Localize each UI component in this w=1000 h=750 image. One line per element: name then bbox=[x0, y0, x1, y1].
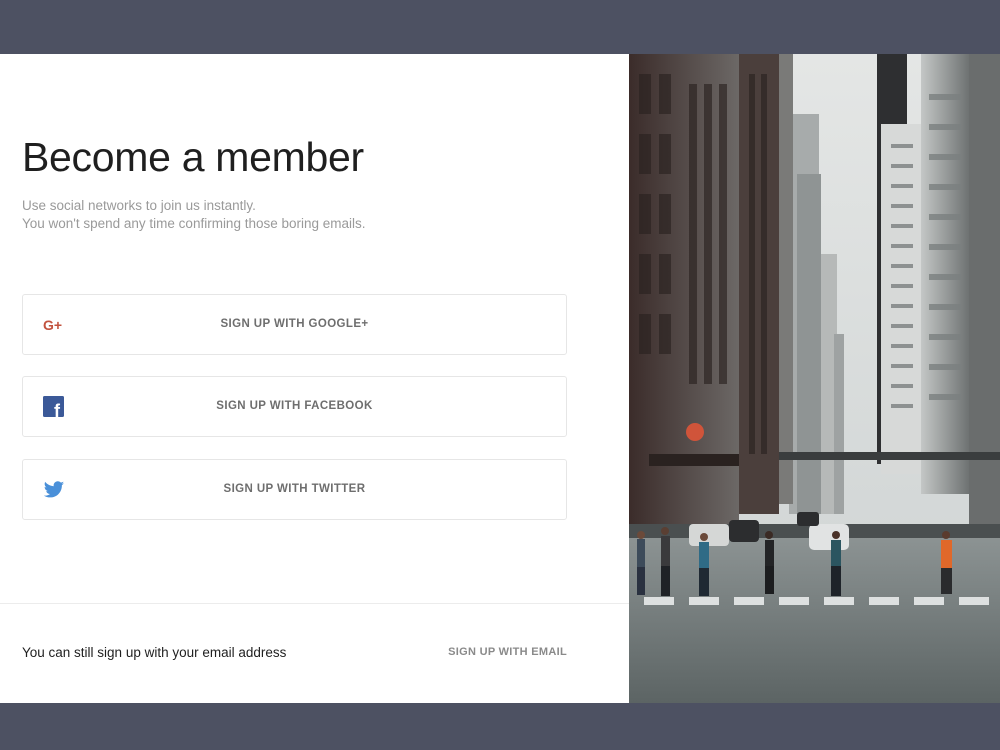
twitter-signup-label: SIGN UP WITH TWITTER bbox=[223, 483, 366, 495]
google-signup-label: SIGN UP WITH GOOGLE+ bbox=[220, 318, 369, 330]
signup-card: Become a member Use social networks to j… bbox=[0, 54, 1000, 703]
subtitle-line-2: You won't spend any time confirming thos… bbox=[22, 216, 366, 231]
facebook-signup-label: SIGN UP WITH FACEBOOK bbox=[216, 400, 373, 412]
city-street-illustration bbox=[629, 54, 1000, 703]
facebook-signup-button[interactable]: f SIGN UP WITH FACEBOOK bbox=[22, 376, 567, 437]
google-signup-button[interactable]: G+ SIGN UP WITH GOOGLE+ bbox=[22, 294, 567, 355]
city-street-photo bbox=[629, 54, 1000, 703]
subtitle-line-1: Use social networks to join us instantly… bbox=[22, 198, 256, 213]
signup-panel: Become a member Use social networks to j… bbox=[0, 54, 629, 703]
email-signup-link[interactable]: SIGN UP WITH EMAIL bbox=[448, 646, 567, 658]
divider bbox=[0, 603, 629, 604]
subtitle: Use social networks to join us instantly… bbox=[22, 197, 366, 233]
email-signup-prompt: You can still sign up with your email ad… bbox=[22, 645, 287, 660]
page-title: Become a member bbox=[22, 134, 364, 180]
twitter-signup-button[interactable]: SIGN UP WITH TWITTER bbox=[22, 459, 567, 520]
